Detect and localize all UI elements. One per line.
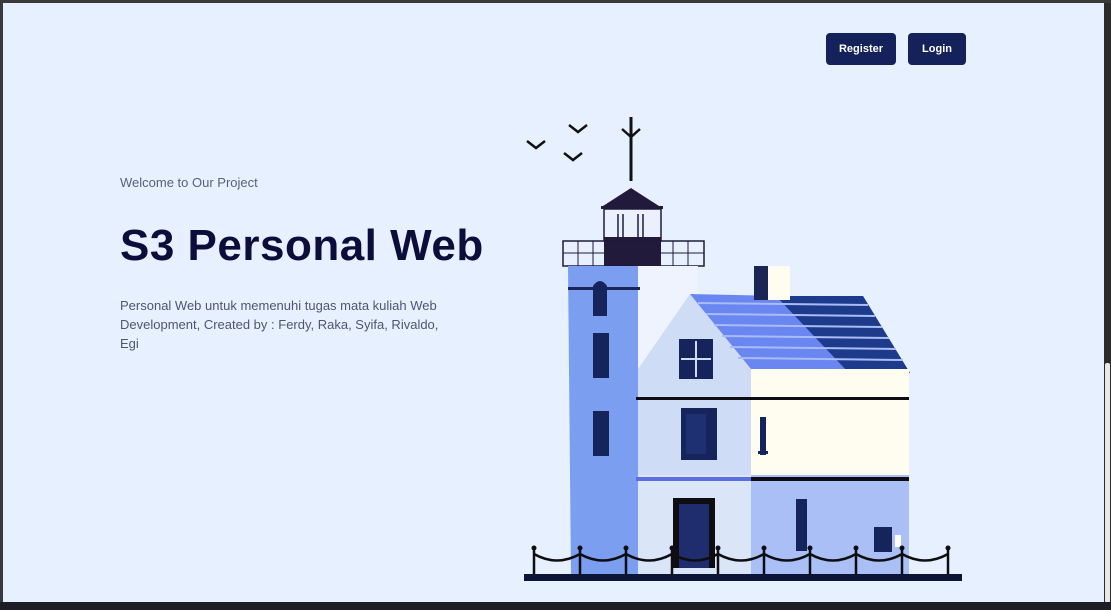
- birds-icon: [526, 124, 641, 162]
- hero-description: Personal Web untuk memenuhi tugas mata k…: [120, 298, 439, 351]
- welcome-text: Welcome to Our Project: [120, 175, 258, 190]
- login-button[interactable]: Login: [908, 33, 966, 65]
- vertical-scrollbar[interactable]: [1104, 3, 1111, 603]
- page-title: S3 Personal Web: [120, 221, 484, 270]
- window-bottom-border: [0, 602, 1111, 610]
- register-button[interactable]: Register: [826, 33, 896, 65]
- lighthouse-illustration: [524, 117, 962, 581]
- scrollbar-thumb[interactable]: [1105, 363, 1110, 603]
- page: Register Login Welcome to Our Project S3…: [3, 3, 1104, 602]
